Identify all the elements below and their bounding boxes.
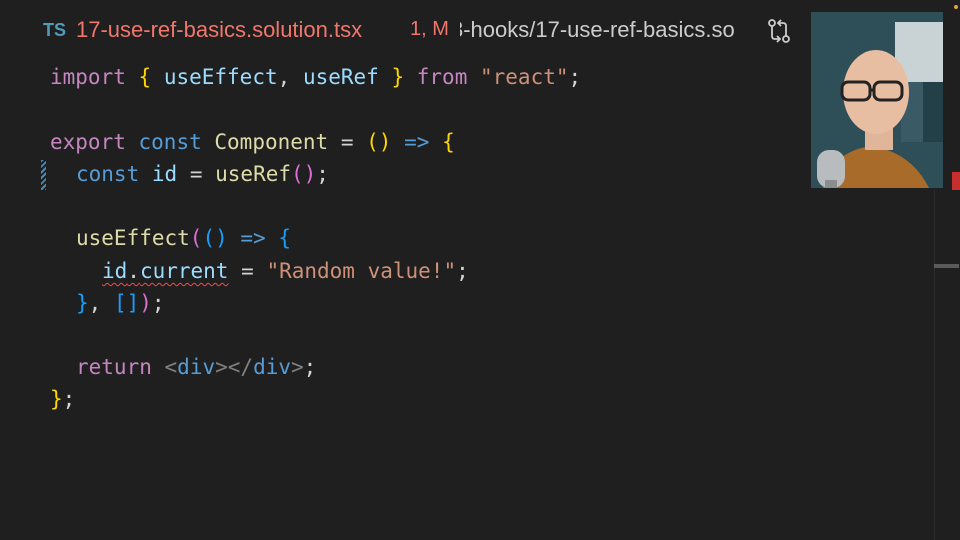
code-line-4: const id = useRef(); (76, 162, 329, 186)
code-line-7: id.current = "Random value!"; (102, 259, 469, 283)
code-line-11: }; (50, 387, 76, 411)
code-line-3: export const Component = () => { (50, 130, 455, 154)
code-line-8: }, []); (76, 291, 165, 315)
error-overview-marker[interactable] (952, 172, 960, 190)
code-line-6: useEffect(() => { (76, 226, 292, 250)
code-line-10: return <div></div>; (76, 355, 317, 379)
code-editor[interactable]: import { useEffect, useRef } from "react… (0, 0, 930, 540)
webcam-presenter-icon (811, 12, 943, 188)
modified-dot-icon (954, 5, 958, 9)
type-error-squiggle[interactable]: id.current (102, 259, 228, 283)
editor-scrollbar[interactable] (934, 190, 960, 540)
git-modified-gutter-indicator[interactable] (41, 160, 46, 190)
scrollbar-thumb[interactable] (934, 264, 959, 268)
code-line-1: import { useEffect, useRef } from "react… (50, 65, 582, 89)
